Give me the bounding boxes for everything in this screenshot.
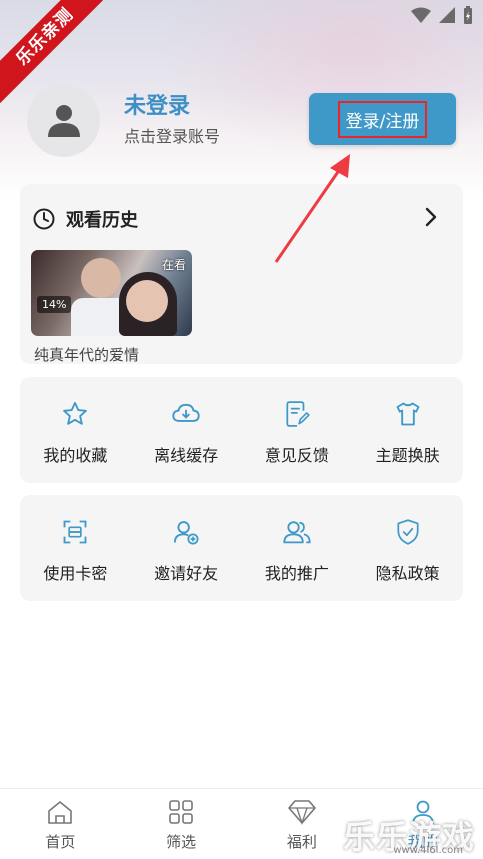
poster-figure xyxy=(126,280,168,322)
theme-skin-label: 主题换肤 xyxy=(375,446,440,465)
login-hint[interactable]: 点击登录账号 xyxy=(124,123,220,147)
login-register-label: 登录/注册 xyxy=(337,100,428,138)
cloud-download-icon xyxy=(172,403,200,422)
my-promotion-button[interactable]: 我的推广 xyxy=(242,495,353,601)
star-icon xyxy=(63,401,88,425)
tab-home-label: 首页 xyxy=(45,833,76,851)
tab-filter-label: 筛选 xyxy=(166,833,197,851)
diamond-icon xyxy=(288,800,316,825)
history-item-title[interactable]: 纯真年代的爱情 xyxy=(34,344,139,365)
redeem-code-label: 使用卡密 xyxy=(43,564,108,583)
signal-icon xyxy=(439,7,455,23)
add-user-icon xyxy=(174,521,199,545)
clock-icon xyxy=(33,208,55,230)
scan-icon xyxy=(63,520,87,544)
feature-grid-2: 使用卡密 邀请好友 我的推广 隐私政策 xyxy=(20,495,463,601)
invite-friends-button[interactable]: 邀请好友 xyxy=(131,495,242,601)
history-header[interactable]: 观看历史 xyxy=(32,206,138,232)
grid-icon xyxy=(169,800,193,824)
login-register-button[interactable]: 登录/注册 xyxy=(309,93,456,145)
feedback-label: 意见反馈 xyxy=(264,446,329,465)
my-promotion-label: 我的推广 xyxy=(264,564,329,583)
poster-figure xyxy=(81,258,121,298)
chevron-right-icon[interactable] xyxy=(423,206,439,228)
tab-home[interactable]: 首页 xyxy=(0,789,121,859)
invite-friends-label: 邀请好友 xyxy=(154,564,219,583)
favorites-button[interactable]: 我的收藏 xyxy=(20,377,131,483)
status-bar xyxy=(411,6,473,24)
feedback-edit-icon xyxy=(286,401,310,427)
feature-grid-1: 我的收藏 离线缓存 意见反馈 主题换肤 xyxy=(20,377,463,483)
watermark-url: www.4l6l.com xyxy=(393,845,463,856)
shirt-icon xyxy=(396,402,420,426)
favorites-label: 我的收藏 xyxy=(43,446,108,465)
annotation-arrow xyxy=(274,154,350,263)
progress-badge: 14% xyxy=(37,296,72,313)
feedback-button[interactable]: 意见反馈 xyxy=(242,377,353,483)
privacy-policy-label: 隐私政策 xyxy=(375,564,440,583)
history-item-thumbnail[interactable]: 在看 14% xyxy=(31,250,192,336)
privacy-policy-button[interactable]: 隐私政策 xyxy=(352,495,463,601)
tab-filter[interactable]: 筛选 xyxy=(121,789,242,859)
shield-check-icon xyxy=(397,519,419,545)
login-status-title[interactable]: 未登录 xyxy=(124,88,190,120)
wifi-icon xyxy=(411,7,431,23)
theme-skin-button[interactable]: 主题换肤 xyxy=(352,377,463,483)
home-icon xyxy=(48,801,73,824)
avatar[interactable] xyxy=(27,84,100,157)
offline-cache-label: 离线缓存 xyxy=(154,446,219,465)
users-icon xyxy=(283,521,311,544)
redeem-code-button[interactable]: 使用卡密 xyxy=(20,495,131,601)
offline-cache-button[interactable]: 离线缓存 xyxy=(131,377,242,483)
history-title: 观看历史 xyxy=(66,210,138,231)
battery-icon xyxy=(464,6,472,24)
watching-badge: 在看 xyxy=(161,258,186,272)
tab-welfare-label: 福利 xyxy=(286,833,317,851)
watch-history-card: 观看历史 在看 14% 纯真年代的爱情 xyxy=(20,184,463,364)
user-avatar-icon xyxy=(47,104,80,137)
